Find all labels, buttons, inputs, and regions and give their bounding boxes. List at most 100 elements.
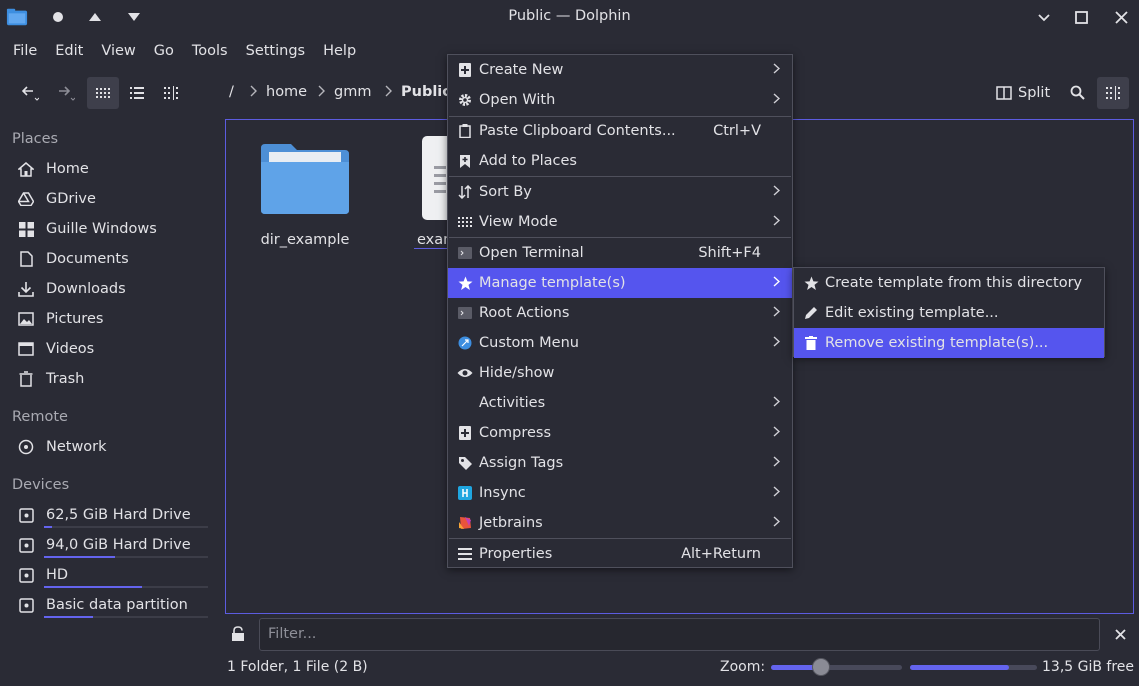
sidebar-item-label: Home bbox=[46, 161, 89, 177]
breadcrumb-gmm[interactable]: gmm bbox=[334, 84, 371, 100]
sidebar-item-gdrive[interactable]: GDrive bbox=[12, 185, 96, 213]
menu-item-label: Create template from this directory bbox=[825, 275, 1083, 291]
sidebar-item-network[interactable]: Network bbox=[12, 433, 107, 461]
submenu-item-edit-template[interactable]: Edit existing template... bbox=[794, 298, 1104, 328]
sidebar-item-device[interactable]: HD bbox=[12, 561, 68, 589]
tag-icon bbox=[457, 455, 473, 471]
menu-item-label: Open Terminal bbox=[479, 245, 584, 261]
back-button[interactable] bbox=[14, 77, 44, 109]
menu-item-label: Edit existing template... bbox=[825, 305, 999, 321]
folder-item[interactable]: dir_example bbox=[250, 140, 360, 248]
menu-item-jetbrains[interactable]: Jetbrains bbox=[448, 508, 792, 538]
picture-icon bbox=[14, 309, 38, 329]
sidebar-item-label: Documents bbox=[46, 251, 129, 267]
split-button[interactable]: Split bbox=[990, 77, 1054, 109]
close-filter-icon[interactable] bbox=[1115, 628, 1126, 644]
chevron-right-icon bbox=[773, 62, 781, 78]
sidebar-item-label: 62,5 GiB Hard Drive bbox=[46, 507, 191, 523]
details-view-button[interactable] bbox=[122, 77, 152, 109]
menu-item-add-to-places[interactable]: Add to Places bbox=[448, 146, 792, 176]
sidebar-item-label: Pictures bbox=[46, 311, 104, 327]
menu-tools[interactable]: Tools bbox=[183, 43, 237, 59]
menu-view[interactable]: View bbox=[92, 43, 144, 59]
chevron-right-icon bbox=[773, 275, 781, 291]
blue-circle-icon bbox=[457, 335, 473, 351]
sidebar-item-trash[interactable]: Trash bbox=[12, 365, 84, 393]
sidebar-item-downloads[interactable]: Downloads bbox=[12, 275, 126, 303]
forward-button[interactable] bbox=[50, 77, 80, 109]
menu-item-properties[interactable]: Properties Alt+Return bbox=[448, 539, 792, 569]
search-icon bbox=[1070, 85, 1085, 100]
minimize-icon[interactable] bbox=[1033, 6, 1055, 28]
chevron-right-icon bbox=[773, 455, 781, 471]
capacity-bar bbox=[44, 556, 208, 558]
menu-item-insync[interactable]: Insync bbox=[448, 478, 792, 508]
menu-item-label: Sort By bbox=[479, 184, 532, 200]
filter-input[interactable]: Filter... bbox=[259, 618, 1100, 651]
sidebar-item-home[interactable]: Home bbox=[12, 155, 89, 183]
menu-settings[interactable]: Settings bbox=[237, 43, 314, 59]
compact-view-button[interactable] bbox=[156, 77, 186, 109]
menu-item-compress[interactable]: Compress bbox=[448, 418, 792, 448]
menu-item-label: Assign Tags bbox=[479, 455, 564, 471]
close-icon[interactable] bbox=[1110, 6, 1132, 28]
sidebar-item-device[interactable]: 94,0 GiB Hard Drive bbox=[12, 531, 191, 559]
chevron-right-icon bbox=[773, 485, 781, 501]
properties-icon bbox=[457, 546, 473, 562]
sidebar-item-pictures[interactable]: Pictures bbox=[12, 305, 103, 333]
hamburger-menu-button[interactable] bbox=[1097, 77, 1129, 109]
menu-item-custom-menu[interactable]: Custom Menu bbox=[448, 328, 792, 358]
sidebar-item-videos[interactable]: Videos bbox=[12, 335, 94, 363]
split-icon bbox=[996, 86, 1012, 100]
sidebar-item-documents[interactable]: Documents bbox=[12, 245, 129, 273]
menu-file[interactable]: File bbox=[4, 43, 46, 59]
menu-item-label: Jetbrains bbox=[479, 515, 543, 531]
context-menu: Create New Open With Paste Clipboard Con… bbox=[447, 54, 793, 568]
plus-document-icon bbox=[457, 425, 473, 441]
terminal-icon bbox=[457, 305, 473, 321]
sidebar-item-guille-windows[interactable]: Guille Windows bbox=[12, 215, 157, 243]
sidebar-item-label: Trash bbox=[46, 371, 85, 387]
breadcrumb-home[interactable]: home bbox=[266, 84, 307, 100]
menu-item-label: View Mode bbox=[479, 214, 558, 230]
templates-submenu: Create template from this directory Edit… bbox=[793, 267, 1105, 358]
lock-icon[interactable] bbox=[231, 626, 245, 646]
menu-item-view-mode[interactable]: View Mode bbox=[448, 207, 792, 237]
submenu-item-create-template[interactable]: Create template from this directory bbox=[794, 268, 1104, 298]
file-name: dir_example bbox=[260, 232, 350, 248]
sidebar-item-label: Guille Windows bbox=[46, 221, 157, 237]
sidebar-item-device[interactable]: Basic data partition bbox=[12, 591, 188, 619]
gear-icon bbox=[457, 92, 473, 108]
menu-item-activities[interactable]: Activities bbox=[448, 388, 792, 418]
menu-item-label: Activities bbox=[479, 395, 546, 411]
menu-item-hide-show[interactable]: Hide/show bbox=[448, 358, 792, 388]
menu-item-label: Add to Places bbox=[479, 153, 577, 169]
chevron-right-icon bbox=[773, 425, 781, 441]
menu-go[interactable]: Go bbox=[145, 43, 183, 59]
maximize-icon[interactable] bbox=[1070, 6, 1092, 28]
menu-item-shortcut: Ctrl+V bbox=[713, 123, 761, 139]
menu-help[interactable]: Help bbox=[314, 43, 365, 59]
submenu-item-remove-template[interactable]: Remove existing template(s)... bbox=[794, 328, 1104, 358]
menu-item-assign-tags[interactable]: Assign Tags bbox=[448, 448, 792, 478]
menu-item-create-new[interactable]: Create New bbox=[448, 55, 792, 85]
menu-item-sort-by[interactable]: Sort By bbox=[448, 177, 792, 207]
split-label: Split bbox=[1018, 85, 1051, 101]
breadcrumb-root[interactable]: / bbox=[229, 84, 234, 100]
menu-item-open-terminal[interactable]: Open Terminal Shift+F4 bbox=[448, 238, 792, 268]
breadcrumb-public[interactable]: Public bbox=[401, 84, 451, 100]
search-button[interactable] bbox=[1063, 77, 1093, 109]
sidebar-item-device[interactable]: 62,5 GiB Hard Drive bbox=[12, 501, 191, 529]
zoom-slider-handle[interactable] bbox=[811, 658, 830, 676]
menu-item-open-with[interactable]: Open With bbox=[448, 85, 792, 115]
bookmark-add-icon bbox=[457, 153, 473, 169]
hard-drive-icon bbox=[14, 535, 38, 555]
menu-item-root-actions[interactable]: Root Actions bbox=[448, 298, 792, 328]
eye-icon bbox=[457, 365, 473, 381]
menu-item-paste[interactable]: Paste Clipboard Contents... Ctrl+V bbox=[448, 116, 792, 146]
icons-view-button[interactable] bbox=[87, 77, 119, 109]
menu-edit[interactable]: Edit bbox=[46, 43, 92, 59]
capacity-fill bbox=[44, 586, 143, 588]
menu-item-manage-templates[interactable]: Manage template(s) bbox=[448, 268, 792, 298]
folder-icon bbox=[261, 144, 349, 214]
